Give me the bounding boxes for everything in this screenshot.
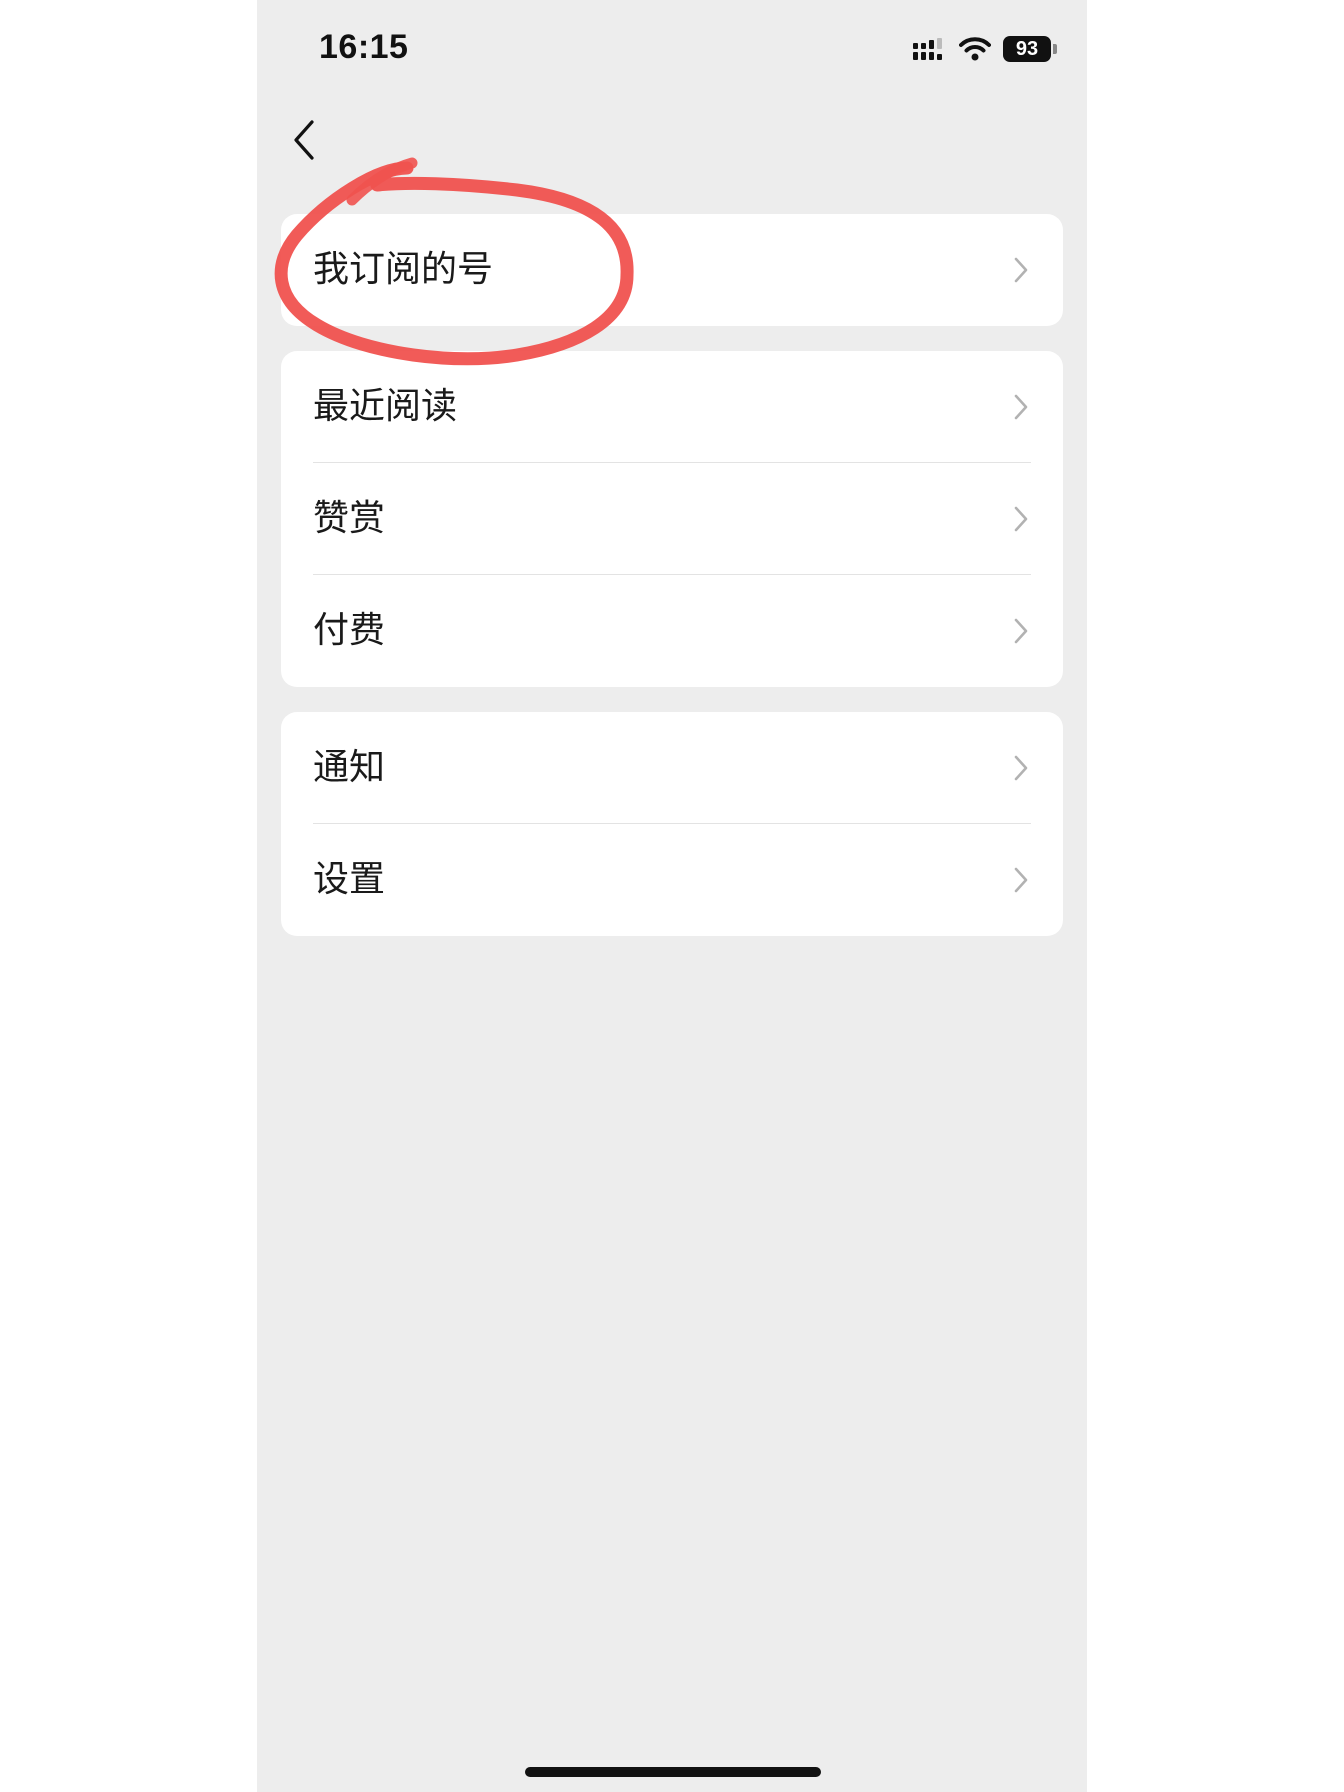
chevron-right-icon [1014,394,1028,420]
menu-item-recent-reading[interactable]: 最近阅读 [281,351,1063,463]
menu-item-label: 付费 [313,610,386,651]
menu-item-label: 设置 [313,859,386,900]
status-bar: 16:15 93 [257,0,1087,100]
chevron-right-icon [1014,257,1028,283]
phone-screen: 16:15 93 我订阅的号 最近阅读 赞赏 付费 通知 设置 [257,0,1087,1792]
menu-item-label: 我订阅的号 [313,249,494,290]
menu-item-subscribed-accounts[interactable]: 我订阅的号 [281,214,1063,326]
back-button[interactable] [279,110,329,170]
menu-item-rewards[interactable]: 赞赏 [281,463,1063,575]
menu-group-reading: 最近阅读 赞赏 付费 [281,351,1063,687]
status-time: 16:15 [319,28,409,66]
wifi-icon [959,37,991,61]
chevron-right-icon [1014,618,1028,644]
menu-item-notifications[interactable]: 通知 [281,712,1063,824]
menu-group-settings: 通知 设置 [281,712,1063,936]
battery-icon: 93 [1003,36,1057,62]
chevron-right-icon [1014,755,1028,781]
battery-tip [1053,44,1057,54]
cellular-signal-icon [913,38,942,60]
menu-item-label: 最近阅读 [313,386,458,427]
chevron-left-icon [294,120,314,160]
status-indicators: 93 [913,34,1057,64]
menu-item-label: 赞赏 [313,498,386,539]
menu-item-label: 通知 [313,747,386,788]
menu-item-payment[interactable]: 付费 [281,575,1063,687]
menu-item-settings[interactable]: 设置 [281,824,1063,936]
home-indicator[interactable] [525,1767,821,1777]
battery-level: 93 [1003,36,1051,62]
menu-group-subscriptions: 我订阅的号 [281,214,1063,326]
chevron-right-icon [1014,867,1028,893]
chevron-right-icon [1014,506,1028,532]
